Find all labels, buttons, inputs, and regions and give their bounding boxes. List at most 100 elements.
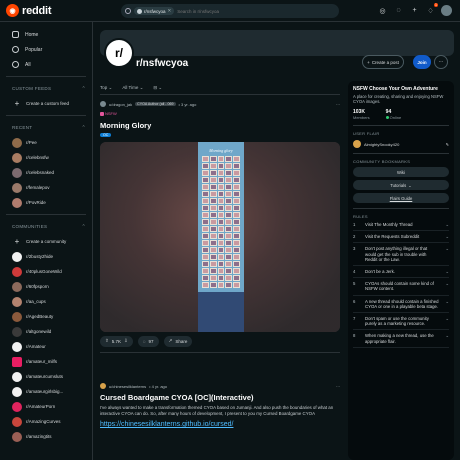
cyoa-cell [225,190,233,197]
bookmark-flairs-guide[interactable]: Flairs Guide [353,193,449,203]
cyoa-cell [209,190,217,197]
cyoa-cell [225,197,233,204]
rule-text: A new thread should contain a finished C… [365,298,439,309]
cyoa-cell [209,218,217,225]
recent-item[interactable]: r/PovRide [6,195,86,210]
post-flair-tag[interactable]: OC [100,132,112,137]
view-toggle[interactable]: ⊟ ⌄ [153,85,162,91]
community-item[interactable]: r/AmateurPorn [6,399,86,414]
cyoa-cell [225,253,233,260]
reddit-logo[interactable]: ◉ reddit [6,4,52,17]
cyoa-cell [225,162,233,169]
cyoa-cell [233,155,240,162]
cyoa-cell [217,183,225,190]
community-item[interactable]: r/amateurcumsluts [6,369,86,384]
rule-text: Visit the Requests Subreddit [365,234,420,240]
community-item[interactable]: r/Amateur [6,339,86,354]
create-post-icon[interactable]: + [409,5,420,16]
chevron-down-icon: ⌄ [445,333,449,339]
post-link[interactable]: https://chinesesilklanterns.github.io/cu… [100,421,233,428]
recent-header[interactable]: RECENT ⌃ [6,120,86,135]
post-image[interactable]: Morning glory [100,141,340,332]
cyoa-cell [233,204,240,211]
cyoa-cell [209,274,217,281]
post-title[interactable]: Morning Glory [100,121,340,130]
user-flair[interactable]: AlmightySnooky420 ✎ [353,140,449,148]
sidebar-item-label: Home [25,31,39,38]
downvote-icon[interactable]: ⇩ [124,338,128,344]
post-author[interactable]: u/chinesesilklanterns [109,384,146,389]
more-icon[interactable]: ··· [336,384,340,389]
home-icon [12,31,19,38]
cyoa-cell [217,197,225,204]
divider [100,94,340,95]
cyoa-cell [233,232,240,239]
community-item[interactable]: r/altgonewild [6,324,86,339]
create-custom-feed[interactable]: + Create a custom feed [6,96,86,111]
chevron-down-icon: ⌄ [408,182,412,188]
post-author[interactable]: u/dragon_jak [109,102,132,107]
share-button[interactable]: ↗ Share [163,335,193,347]
bookmark-wiki[interactable]: Wiki [353,167,449,177]
post-meta: u/dragon_jak CYOA Author (all - 069 • 3 … [100,100,340,108]
community-item[interactable]: r/AmazingCurves [6,414,86,429]
community-label: r/AgedBeauty [26,314,54,319]
notification-bell-icon[interactable]: ♢ 1 [425,3,438,16]
rule-item[interactable]: 2 Visit the Requests Subreddit ⌄ [353,231,449,244]
comments-button[interactable]: ◌ 97 [137,335,159,347]
community-item[interactable]: r/amazingtits [6,429,86,444]
flair-avatar [353,140,361,148]
rule-item[interactable]: 8 When making a new thread, use the appro… [353,330,449,348]
close-icon[interactable]: ✕ [168,8,172,14]
rule-item[interactable]: 3 Don't post anything illegal or that wou… [353,243,449,267]
cyoa-cell [233,190,240,197]
recent-item[interactable]: r/femalepov [6,180,86,195]
rule-item[interactable]: 7 Don't spam or use the community purely … [353,313,449,331]
recent-item[interactable]: r/celebnsfw [6,150,86,165]
sidebar-item-popular[interactable]: Popular [6,42,86,57]
cyoa-cell [217,239,225,246]
time-filter-dropdown[interactable]: All Time ⌄ [122,85,143,91]
subreddit-banner [100,30,454,56]
community-item[interactable]: r/40plusGoneWild [6,264,86,279]
recent-item[interactable]: r/Pee [6,135,86,150]
chat-icon[interactable]: ◌ [393,5,404,16]
community-item[interactable]: r/AgedBeauty [6,309,86,324]
rule-item[interactable]: 4 Don't be a Jerk. ⌄ [353,266,449,279]
edit-icon[interactable]: ✎ [446,142,449,147]
create-post-button[interactable]: + Create a post [362,55,404,69]
join-button[interactable]: Join [413,55,431,69]
rule-item[interactable]: 1 Visit The Monthly Thread ⌄ [353,219,449,232]
community-item[interactable]: r/2busty2hide [6,249,86,264]
communities-header[interactable]: COMMUNITIES ⌃ [6,219,86,234]
advertise-icon[interactable]: ◎ [377,5,388,16]
vote-control[interactable]: ⇧ 5.7K ⇩ [100,335,133,347]
community-item[interactable]: r/amateur_milfs [6,354,86,369]
sort-dropdown[interactable]: Top ⌄ [100,85,112,91]
custom-feeds-header[interactable]: CUSTOM FEEDS ⌃ [6,81,86,96]
bookmark-tutorials[interactable]: Tutorials ⌄ [353,180,449,190]
upvote-icon[interactable]: ⇧ [105,338,109,344]
post-time: • 4 yr. ago [149,383,167,389]
cyoa-cell [217,246,225,253]
search-community-chip[interactable]: r/nsfwcyoa ✕ [134,7,175,15]
post-card[interactable]: u/chinesesilklanterns • 4 yr. ago ··· Cu… [100,382,340,428]
community-item[interactable]: r/amateurgirlsbig... [6,384,86,399]
more-icon[interactable]: ··· [336,102,340,107]
more-options-button[interactable]: ··· [434,55,448,69]
rule-item[interactable]: 5 CYOAs should contain some kind of NSFW … [353,278,449,296]
sidebar-item-home[interactable]: Home [6,27,86,42]
chip-label: r/nsfwcyoa [144,8,166,14]
user-avatar[interactable] [441,5,452,16]
sidebar-item-all[interactable]: All [6,57,86,72]
post-title[interactable]: Cursed Boardgame CYOA [OC](Interactive) [100,393,340,402]
search-input[interactable] [177,8,298,14]
recent-item[interactable]: r/celebsnaked [6,165,86,180]
create-community[interactable]: + Create a community [6,234,86,249]
community-item[interactable]: r/aa_cups [6,294,86,309]
search-bar[interactable]: r/nsfwcyoa ✕ [121,4,339,18]
community-item[interactable]: r/60fpsporn [6,279,86,294]
post-card[interactable]: u/dragon_jak CYOA Author (all - 069 • 3 … [100,100,340,353]
rule-number: 3 [353,246,356,252]
rule-item[interactable]: 6 A new thread should contain a finished … [353,296,449,314]
